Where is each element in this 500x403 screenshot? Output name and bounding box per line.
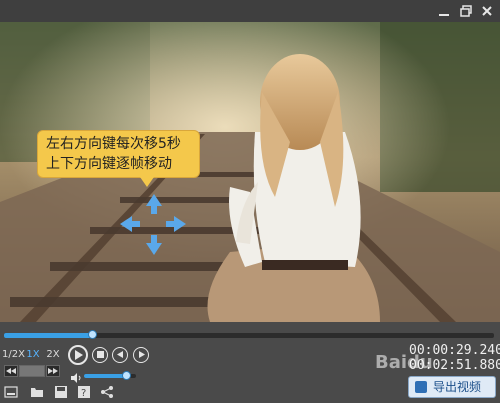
prev-frame-icon: [116, 351, 123, 358]
speed-normal[interactable]: 1X: [24, 347, 42, 363]
tooltip-line-1: 左右方向键每次移5秒: [46, 136, 181, 152]
export-video-button[interactable]: 导出视频: [408, 376, 496, 398]
export-icon: [415, 381, 427, 393]
play-button[interactable]: [68, 345, 88, 365]
next-frame-button[interactable]: [133, 347, 149, 363]
seek-bar-progress: [4, 333, 93, 338]
save-icon[interactable]: [54, 385, 68, 399]
fast-forward-button[interactable]: [46, 365, 60, 377]
volume-level: [84, 374, 126, 378]
tooltip-hint: 左右方向键每次移5秒 上下方向键逐帧移动: [37, 130, 200, 187]
stop-button[interactable]: [92, 347, 108, 363]
share-icon[interactable]: [100, 385, 114, 399]
close-icon[interactable]: [479, 3, 495, 19]
fast-forward-icon: [48, 368, 58, 374]
svg-text:?: ?: [81, 388, 86, 399]
seek-bar-handle[interactable]: [88, 330, 98, 339]
video-frame[interactable]: 左右方向键每次移5秒 上下方向键逐帧移动: [0, 22, 500, 322]
next-frame-icon: [138, 351, 145, 358]
stop-icon: [96, 351, 104, 358]
watermark-logo: Baidu: [375, 352, 433, 373]
play-icon: [75, 350, 83, 360]
volume-slider[interactable]: [84, 371, 136, 380]
title-bar: [0, 0, 500, 22]
volume-icon[interactable]: [70, 369, 82, 383]
tooltip-line-2: 上下方向键逐帧移动: [46, 156, 172, 172]
seek-bar[interactable]: [4, 330, 494, 339]
restore-icon[interactable]: [458, 3, 474, 19]
help-icon[interactable]: ?: [77, 385, 91, 399]
minimize-icon[interactable]: [436, 3, 452, 19]
export-video-label: 导出视频: [433, 380, 482, 394]
speed-half[interactable]: 1/2X: [2, 347, 25, 363]
subtitle-icon[interactable]: [4, 385, 18, 399]
prev-frame-button[interactable]: [112, 347, 128, 363]
open-folder-icon[interactable]: [30, 385, 44, 399]
speed-double[interactable]: 2X: [44, 347, 62, 363]
rewind-icon: [6, 368, 16, 374]
rewind-button[interactable]: [4, 365, 18, 377]
jog-slider[interactable]: [19, 365, 45, 377]
volume-handle[interactable]: [121, 371, 131, 380]
